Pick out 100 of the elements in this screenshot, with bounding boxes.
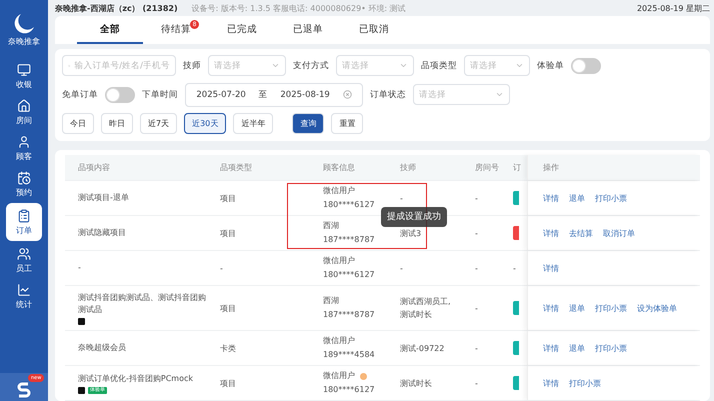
range-button[interactable]: 近半年 [233,113,274,134]
customer-phone: 187****8787 [323,234,376,246]
chevron-down-icon [271,61,280,70]
action-link[interactable]: 设为体验单 [637,302,677,314]
toast-message: 提成设置成功 [381,207,447,227]
action-link[interactable]: 退单 [569,302,585,314]
table-cell-text: - [474,342,479,354]
customer-phone: 180****6127 [323,269,376,281]
free-order-toggle[interactable] [105,86,135,102]
order-time-label: 下单时间 [142,88,178,100]
customer-name: 微信用户 [323,185,355,197]
action-link[interactable]: 详情 [543,228,559,238]
action-link[interactable]: 打印小票 [595,302,627,314]
item-name: 奈晚超级会员 [78,342,127,354]
date-range-field[interactable]: 2025-07-20 至 2025-08-19 [185,82,363,106]
query-button[interactable]: 查询 [292,113,324,134]
range-button[interactable]: 昨日 [101,113,133,134]
action-link[interactable]: 详情 [543,378,559,388]
column-header: 品项内容 [77,162,111,173]
clipboard-icon [17,208,31,222]
table-cell-text: - [474,262,479,274]
tab[interactable]: 已取消 [341,16,407,44]
monitor-icon [17,62,31,76]
person-icon [17,134,31,148]
customer-phone: 180****6127 [323,199,376,211]
sidebar-item[interactable]: 员工 [6,243,42,277]
table-cell-text: 项目 [219,192,237,204]
date-text: 2025-08-19 星期二 [636,2,710,14]
payment-label: 支付方式 [293,60,329,72]
column-header: 房间号 [474,162,500,173]
table-cell-text: 项目 [219,378,237,390]
table-cell-text: 测试西湖员工, 测试时长 [399,296,452,321]
sidebar-item[interactable]: 房间 [6,95,42,129]
table-cell: - [513,264,516,272]
customer-name: 微信用户 [323,335,355,347]
range-button[interactable]: 近7天 [140,113,178,134]
action-link[interactable]: 打印小票 [569,378,601,388]
sidebar-item[interactable]: 顾客 [6,131,42,165]
tab[interactable]: 已退单 [275,16,341,44]
sidebar-item[interactable]: 订单 [6,203,42,241]
table-cell-text: - [219,262,224,274]
action-link[interactable]: 详情 [543,342,559,354]
column-header: 订 [513,162,521,173]
sidebar-item[interactable]: 统计 [6,279,42,313]
logo-text: 奈晚推拿 [8,36,40,46]
tab[interactable]: 已完成 [209,16,275,44]
reset-button[interactable]: 重置 [331,113,364,134]
table-cell-text: - [474,192,479,204]
calendar-icon [17,170,31,184]
table-cell-text: - [399,262,404,274]
device-info: 设备号: 版本号: 1.3.5 客服电话: 4000080629• 环境: 测试 [192,2,406,14]
column-header: 操作 [527,155,700,180]
table-cell-text: - [399,192,404,204]
chevron-down-icon [495,90,504,99]
column-header: 品项类型 [219,162,253,173]
trial-toggle[interactable] [571,58,601,74]
trial-label: 体验单 [537,60,564,72]
item-name: 测试项目-退单 [78,192,130,204]
item-name: 测试订单优化-抖音团购PCmock [78,372,194,384]
action-link[interactable]: 去结算 [569,228,593,238]
table-cell-text: 卡类 [219,342,237,354]
range-button[interactable]: 今日 [62,113,94,134]
table-cell-text: 项目 [219,228,237,240]
table-cell-text: 测试-09722 [399,342,446,354]
sidebar-item[interactable]: 收银 [6,59,42,93]
action-link[interactable]: 退单 [569,192,585,204]
customer-phone: 189****4584 [323,349,376,361]
range-button[interactable]: 近30天 [184,113,226,134]
clear-icon[interactable] [342,90,352,99]
customer-name: 西湖 [323,295,339,307]
action-link[interactable]: 详情 [543,302,559,314]
chart-icon [17,282,31,296]
chevron-down-icon [399,61,408,70]
order-status-label: 订单状态 [370,88,406,100]
table-cell-text: - [474,378,479,390]
column-header: 顾客信息 [322,162,356,173]
customer-phone: 180****6127 [323,384,376,396]
moon-logo-icon [12,12,36,34]
customer-name: 西湖 [323,220,339,232]
table-cell-text: 项目 [219,302,237,314]
table-cell-text: - [474,302,479,314]
item-name: - [78,262,82,274]
category-label: 品项类型 [421,60,457,72]
chevron-down-icon [515,61,524,70]
sidebar-item[interactable]: 预约 [6,167,42,201]
store-name: 奈晚推拿-西湖店（zc） (21382) [55,2,178,14]
column-header: 技师 [399,162,417,173]
action-link[interactable]: 详情 [543,192,559,204]
item-name: 测试隐藏项目 [78,227,127,239]
action-link[interactable]: 退单 [569,342,585,354]
house-icon [17,98,31,112]
technician-label: 技师 [183,60,201,72]
action-link[interactable]: 打印小票 [595,342,627,354]
free-order-label: 免单订单 [62,88,98,100]
action-link[interactable]: 打印小票 [595,192,627,204]
table-cell-text: 测试3 [399,228,422,240]
customer-name: 微信用户 [323,255,355,267]
tab[interactable]: 全部 [77,16,143,44]
action-link[interactable]: 详情 [543,262,559,274]
action-link[interactable]: 取消订单 [603,228,635,238]
